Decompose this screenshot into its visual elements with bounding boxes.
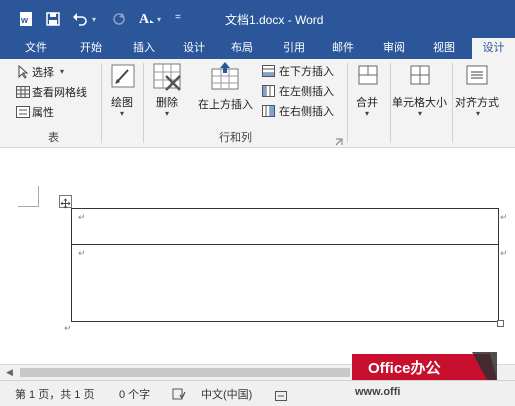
status-bar: 第 1 页，共 1 页 0 个字 中文(中国) www.offi	[0, 380, 515, 406]
ribbon-separator	[347, 63, 348, 143]
select-cursor-icon	[17, 64, 29, 79]
margin-corner-mark	[18, 186, 39, 207]
cell-paragraph-mark-icon: ↵	[78, 212, 86, 222]
tab-design[interactable]: 设计	[176, 38, 212, 59]
properties-button[interactable]: 属性	[32, 104, 54, 120]
tab-file[interactable]: 文件	[18, 38, 54, 59]
cell-size-button[interactable]: 单元格大小	[392, 94, 447, 110]
delete-dropdown-icon[interactable]: ▾	[165, 109, 169, 118]
alignment-icon[interactable]	[466, 65, 488, 85]
merge-icon[interactable]	[358, 65, 378, 85]
insert-above-icon[interactable]	[211, 61, 241, 91]
word-icon[interactable]: w	[18, 11, 34, 27]
ribbon: 选择 ▾ 查看网格线 属性 表 绘图 ▾ 删除 ▾ 在上方插入 在下方插入 在左…	[0, 59, 515, 148]
select-button[interactable]: 选择	[32, 64, 54, 80]
insert-below-button[interactable]: 在下方插入	[279, 63, 334, 79]
insert-right-icon	[262, 104, 275, 117]
table-group-label: 表	[48, 132, 59, 144]
watermark-text: Office办公	[368, 360, 441, 377]
svg-text:w: w	[20, 15, 29, 25]
gridlines-icon	[16, 85, 30, 98]
tab-home[interactable]: 开始	[73, 38, 109, 59]
document-table[interactable]: ↵ ↵	[71, 208, 499, 322]
office-watermark-logo: Office办公	[352, 352, 497, 380]
alignment-button[interactable]: 对齐方式	[455, 94, 499, 110]
scroll-thumb[interactable]	[20, 368, 350, 377]
table-move-handle-icon[interactable]	[59, 195, 72, 209]
select-dropdown-icon[interactable]: ▾	[60, 67, 64, 76]
alignment-dropdown-icon[interactable]: ▾	[476, 109, 480, 118]
ribbon-tabs: 文件 开始 插入 设计 布局 引用 邮件 审阅 视图 设计	[0, 38, 515, 59]
watermark-url: www.offi	[355, 386, 401, 398]
proofing-icon[interactable]	[172, 387, 186, 400]
tab-layout[interactable]: 布局	[224, 38, 260, 59]
tab-table-design[interactable]: 设计	[472, 38, 515, 59]
window-title: 文档1.docx - Word	[225, 13, 324, 27]
merge-button[interactable]: 合并	[356, 94, 378, 110]
properties-icon	[16, 105, 30, 118]
ribbon-separator	[143, 63, 144, 143]
scroll-left-icon[interactable]: ◀	[6, 367, 13, 378]
insert-below-icon	[262, 64, 275, 77]
cell-size-icon[interactable]	[410, 65, 430, 85]
table-row[interactable]: ↵	[72, 209, 498, 245]
row-end-mark-icon: ↵	[500, 212, 508, 222]
rows-columns-group-label: 行和列	[219, 132, 252, 144]
dialog-launcher-icon[interactable]	[335, 133, 343, 146]
ribbon-separator	[390, 63, 391, 143]
row-end-mark-icon: ↵	[500, 248, 508, 258]
language-indicator[interactable]: 中文(中国)	[201, 386, 252, 402]
undo-dropdown-icon[interactable]: ▾	[92, 15, 96, 24]
delete-button[interactable]: 删除	[156, 94, 178, 110]
cell-paragraph-mark-icon: ↵	[78, 248, 86, 258]
svg-text:A: A	[139, 12, 150, 27]
save-icon[interactable]	[45, 11, 61, 27]
ribbon-separator	[101, 63, 102, 143]
draw-table-icon[interactable]	[111, 64, 135, 88]
tab-review[interactable]: 审阅	[376, 38, 412, 59]
paragraph-mark-icon: ↵	[64, 323, 72, 333]
tab-mailings[interactable]: 邮件	[325, 38, 361, 59]
format-painter-icon[interactable]: A	[138, 9, 156, 27]
insert-above-button[interactable]: 在上方插入	[198, 96, 253, 112]
tab-references[interactable]: 引用	[276, 38, 312, 59]
page-count[interactable]: 第 1 页，共 1 页	[15, 386, 94, 402]
title-bar: w ▾ A ▾ = 文档1.docx - Word	[0, 0, 515, 38]
macro-record-icon[interactable]	[275, 388, 287, 401]
format-dropdown-icon[interactable]: ▾	[157, 15, 161, 24]
draw-button[interactable]: 绘图	[111, 94, 133, 110]
customize-qat-icon[interactable]: =	[175, 12, 181, 23]
table-resize-handle[interactable]	[497, 320, 504, 327]
word-count[interactable]: 0 个字	[119, 386, 150, 402]
table-row[interactable]: ↵	[72, 245, 498, 321]
delete-table-icon[interactable]	[153, 63, 183, 93]
view-gridlines-button[interactable]: 查看网格线	[32, 84, 87, 100]
undo-icon[interactable]	[72, 11, 88, 27]
document-area[interactable]: ↵ ↵ ↵ ↵ ↵	[0, 148, 515, 365]
insert-right-button[interactable]: 在右侧插入	[279, 103, 334, 119]
tab-insert[interactable]: 插入	[126, 38, 162, 59]
insert-left-icon	[262, 84, 275, 97]
tab-view[interactable]: 视图	[426, 38, 462, 59]
merge-dropdown-icon[interactable]: ▾	[365, 109, 369, 118]
cell-size-dropdown-icon[interactable]: ▾	[418, 109, 422, 118]
draw-dropdown-icon[interactable]: ▾	[120, 109, 124, 118]
redo-icon[interactable]	[111, 11, 127, 27]
ribbon-separator	[452, 63, 453, 143]
insert-left-button[interactable]: 在左侧插入	[279, 83, 334, 99]
